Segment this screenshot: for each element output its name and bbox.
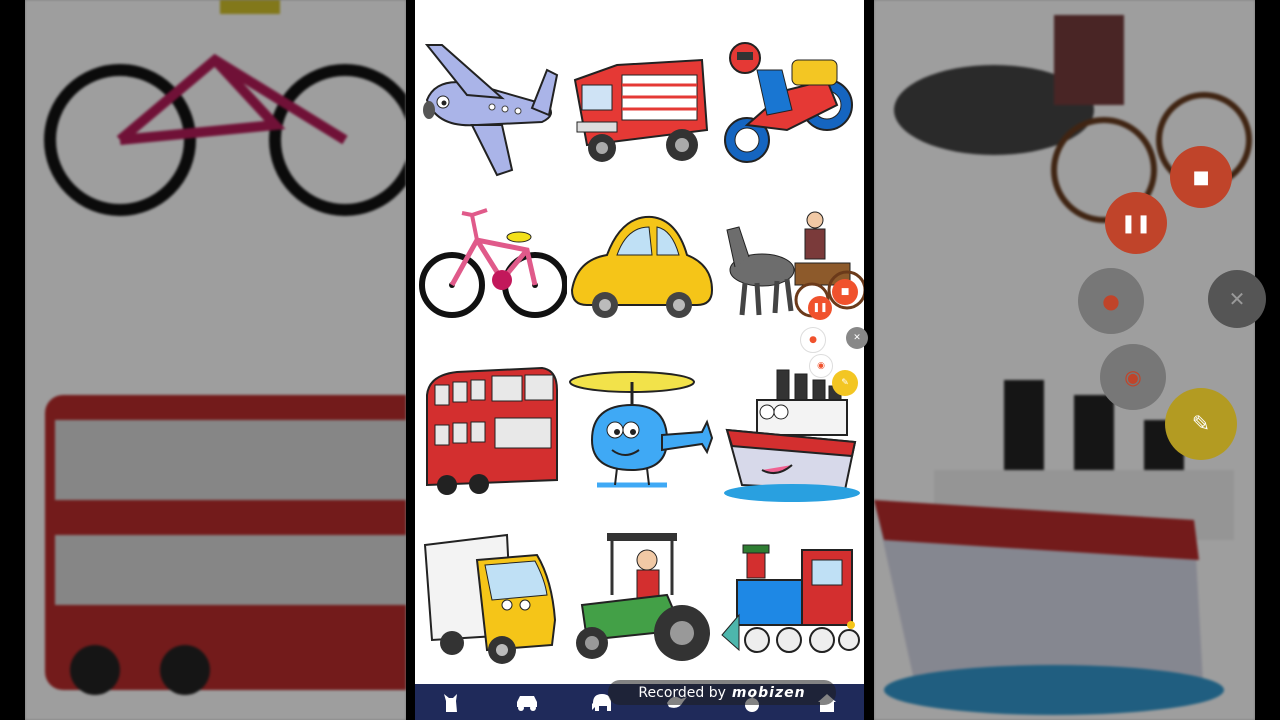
mobizen-screenshot-button[interactable]: ● — [800, 327, 826, 353]
blurred-background-left — [25, 0, 406, 720]
car-icon — [517, 696, 538, 711]
mobizen-close-button[interactable]: ✕ — [846, 327, 868, 349]
tile-tractor[interactable] — [567, 515, 717, 685]
motorcycle-icon — [724, 42, 853, 163]
mobizen-pause-button[interactable]: ❚❚ — [808, 296, 832, 320]
horse-cart-icon — [726, 211, 864, 318]
tile-bicycle[interactable] — [417, 185, 567, 355]
tile-motorcycle[interactable] — [717, 20, 864, 190]
fire-truck-icon — [573, 58, 709, 162]
camera-icon: ● — [809, 335, 817, 345]
tile-fire-truck[interactable] — [567, 20, 717, 190]
close-icon: ✕ — [1228, 287, 1246, 311]
nav-cat[interactable] — [432, 687, 472, 717]
side-webcam-button: ◉ — [1100, 344, 1166, 410]
stop-icon: ■ — [840, 287, 850, 297]
bicycle-icon — [419, 208, 567, 318]
brush-icon: ✎ — [841, 378, 849, 388]
mobizen-stop-button[interactable]: ■ — [832, 279, 858, 305]
tile-horse-cart[interactable] — [717, 185, 864, 355]
mobizen-draw-button[interactable]: ✎ — [832, 370, 858, 396]
brush-icon: ✎ — [1191, 411, 1211, 437]
tile-helicopter[interactable] — [567, 350, 717, 520]
close-icon: ✕ — [853, 333, 861, 343]
car-icon — [570, 215, 714, 318]
mobizen-facecam-button[interactable]: ◉ — [809, 354, 833, 378]
stop-icon: ■ — [1192, 166, 1210, 188]
watermark-brand: mobizen — [731, 684, 806, 701]
camera-icon: ● — [1102, 289, 1120, 313]
side-stop-button: ■ — [1170, 146, 1232, 208]
tile-double-decker-bus[interactable] — [417, 350, 567, 520]
app-screen — [415, 0, 864, 720]
side-draw-button: ✎ — [1165, 388, 1237, 460]
train-icon — [721, 544, 860, 653]
tile-airplane[interactable] — [417, 20, 567, 190]
vehicle-grid — [415, 0, 864, 684]
pause-icon: ❚❚ — [1120, 212, 1152, 234]
pause-icon: ❚❚ — [812, 303, 828, 313]
helicopter-icon — [569, 371, 714, 488]
side-pause-button: ❚❚ — [1105, 192, 1167, 254]
tile-car[interactable] — [567, 185, 717, 355]
side-close-button: ✕ — [1208, 270, 1266, 328]
tile-train[interactable] — [717, 515, 864, 685]
tile-truck[interactable] — [417, 515, 567, 685]
watermark-prefix: Recorded by — [638, 684, 726, 701]
webcam-icon: ◉ — [1124, 365, 1142, 389]
side-camera-button: ● — [1078, 268, 1144, 334]
recording-watermark: Recorded by mobizen — [608, 680, 836, 705]
nav-car[interactable] — [507, 687, 547, 717]
blurred-background-right — [874, 0, 1255, 720]
truck-icon — [423, 533, 557, 664]
webcam-icon: ◉ — [817, 361, 825, 371]
cat-icon — [444, 694, 458, 712]
bus-icon — [426, 366, 558, 495]
airplane-icon — [423, 44, 559, 177]
tractor-icon — [576, 533, 710, 661]
